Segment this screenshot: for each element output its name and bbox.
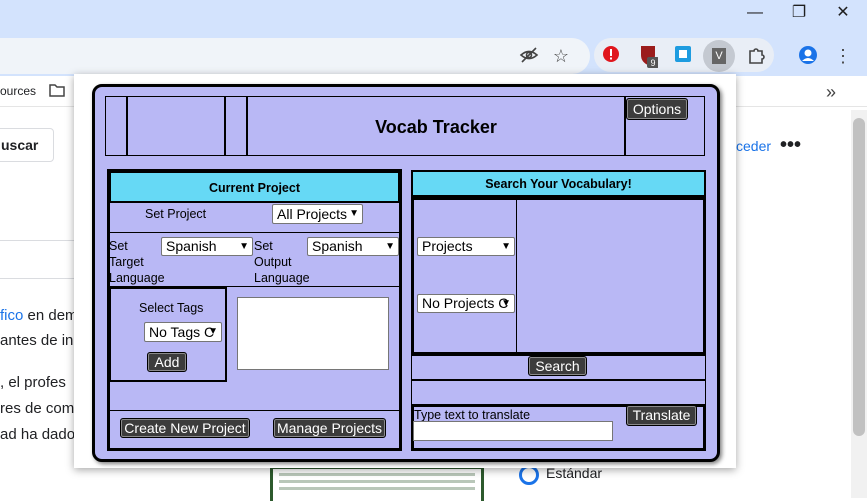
radio-estandar[interactable] bbox=[519, 465, 539, 485]
article-line: fico en dem bbox=[0, 307, 78, 324]
search-filters bbox=[414, 200, 517, 352]
close-button[interactable]: ✕ bbox=[821, 0, 865, 28]
app-title: Vocab Tracker bbox=[247, 96, 625, 156]
header-cell bbox=[105, 96, 127, 156]
header-cell bbox=[127, 96, 225, 156]
extension-badge: 9 bbox=[650, 58, 655, 68]
search-header: Search Your Vocabulary! bbox=[411, 170, 706, 197]
header-cell bbox=[225, 96, 247, 156]
article-line: res de com bbox=[0, 400, 75, 417]
project-select[interactable]: All Projects ▼ bbox=[272, 204, 363, 224]
more-options-icon[interactable]: ••• bbox=[780, 134, 801, 157]
puzzle-icon[interactable] bbox=[745, 45, 767, 67]
no-projects-select[interactable]: No Projects C ▼ bbox=[417, 294, 515, 313]
article-line: , el profes bbox=[0, 374, 66, 391]
article-line: ad ha dado bbox=[0, 426, 76, 443]
output-language-label: Set Output Language bbox=[254, 239, 310, 285]
manage-projects-button[interactable]: Manage Projects bbox=[273, 418, 386, 438]
target-language-label: Set Target Language bbox=[109, 239, 165, 285]
bookmark-item[interactable]: ources bbox=[0, 84, 36, 98]
tags-select[interactable]: No Tags C ▼ bbox=[144, 322, 222, 342]
set-project-label: Set Project bbox=[145, 207, 207, 221]
article-line: antes de in bbox=[0, 332, 74, 349]
search-button[interactable]: Search bbox=[528, 356, 587, 376]
shield-extension-icon[interactable]: 9 bbox=[637, 44, 659, 68]
folder-icon[interactable] bbox=[46, 81, 68, 103]
tags-list[interactable] bbox=[237, 297, 389, 370]
menu-dots-icon[interactable]: ⋮ bbox=[832, 45, 854, 67]
buscar-button[interactable]: uscar bbox=[0, 128, 54, 162]
v-icon: V bbox=[712, 48, 726, 64]
scrollbar-thumb[interactable] bbox=[853, 118, 865, 436]
square-extension-icon[interactable] bbox=[672, 45, 694, 67]
chevron-down-icon: ▼ bbox=[349, 208, 359, 219]
vocab-extension-button[interactable]: V bbox=[703, 40, 735, 72]
translate-button[interactable]: Translate bbox=[626, 405, 697, 426]
article-link[interactable]: fico bbox=[0, 307, 23, 324]
output-language-select[interactable]: Spanish ▼ bbox=[307, 237, 399, 256]
eye-off-icon[interactable] bbox=[518, 45, 540, 67]
more-bookmarks-icon[interactable]: » bbox=[820, 81, 842, 103]
chevron-down-icon: ▼ bbox=[501, 298, 511, 309]
chevron-down-icon: ▼ bbox=[208, 326, 218, 337]
minimize-button[interactable]: — bbox=[733, 0, 777, 28]
translate-input[interactable] bbox=[413, 421, 613, 441]
bookmark-star-icon[interactable]: ☆ bbox=[550, 45, 572, 67]
ublock-red-icon[interactable] bbox=[600, 45, 622, 67]
chevron-down-icon: ▼ bbox=[501, 241, 511, 252]
divider bbox=[0, 278, 74, 279]
target-language-select[interactable]: Spanish ▼ bbox=[161, 237, 253, 256]
divider bbox=[109, 410, 400, 411]
create-project-button[interactable]: Create New Project bbox=[120, 418, 250, 438]
chevron-down-icon: ▼ bbox=[385, 241, 395, 252]
divider bbox=[109, 232, 400, 233]
chevron-down-icon: ▼ bbox=[239, 241, 249, 252]
ceder-link[interactable]: ceder bbox=[736, 138, 771, 154]
current-project-header: Current Project bbox=[109, 171, 400, 203]
projects-select[interactable]: Projects ▼ bbox=[417, 237, 515, 256]
select-tags-label: Select Tags bbox=[139, 301, 204, 315]
search-results-row bbox=[411, 380, 706, 405]
article-text: en dem bbox=[23, 307, 78, 324]
article-thumbnail bbox=[270, 466, 484, 501]
add-tag-button[interactable]: Add bbox=[147, 352, 187, 372]
restore-button[interactable]: ❐ bbox=[777, 0, 821, 28]
divider bbox=[0, 240, 74, 241]
address-bar[interactable] bbox=[0, 38, 590, 74]
profile-avatar-icon[interactable] bbox=[797, 45, 819, 67]
vocab-tracker-app: Vocab Tracker Options Current Project Se… bbox=[92, 84, 720, 462]
options-button[interactable]: Options bbox=[626, 98, 688, 120]
